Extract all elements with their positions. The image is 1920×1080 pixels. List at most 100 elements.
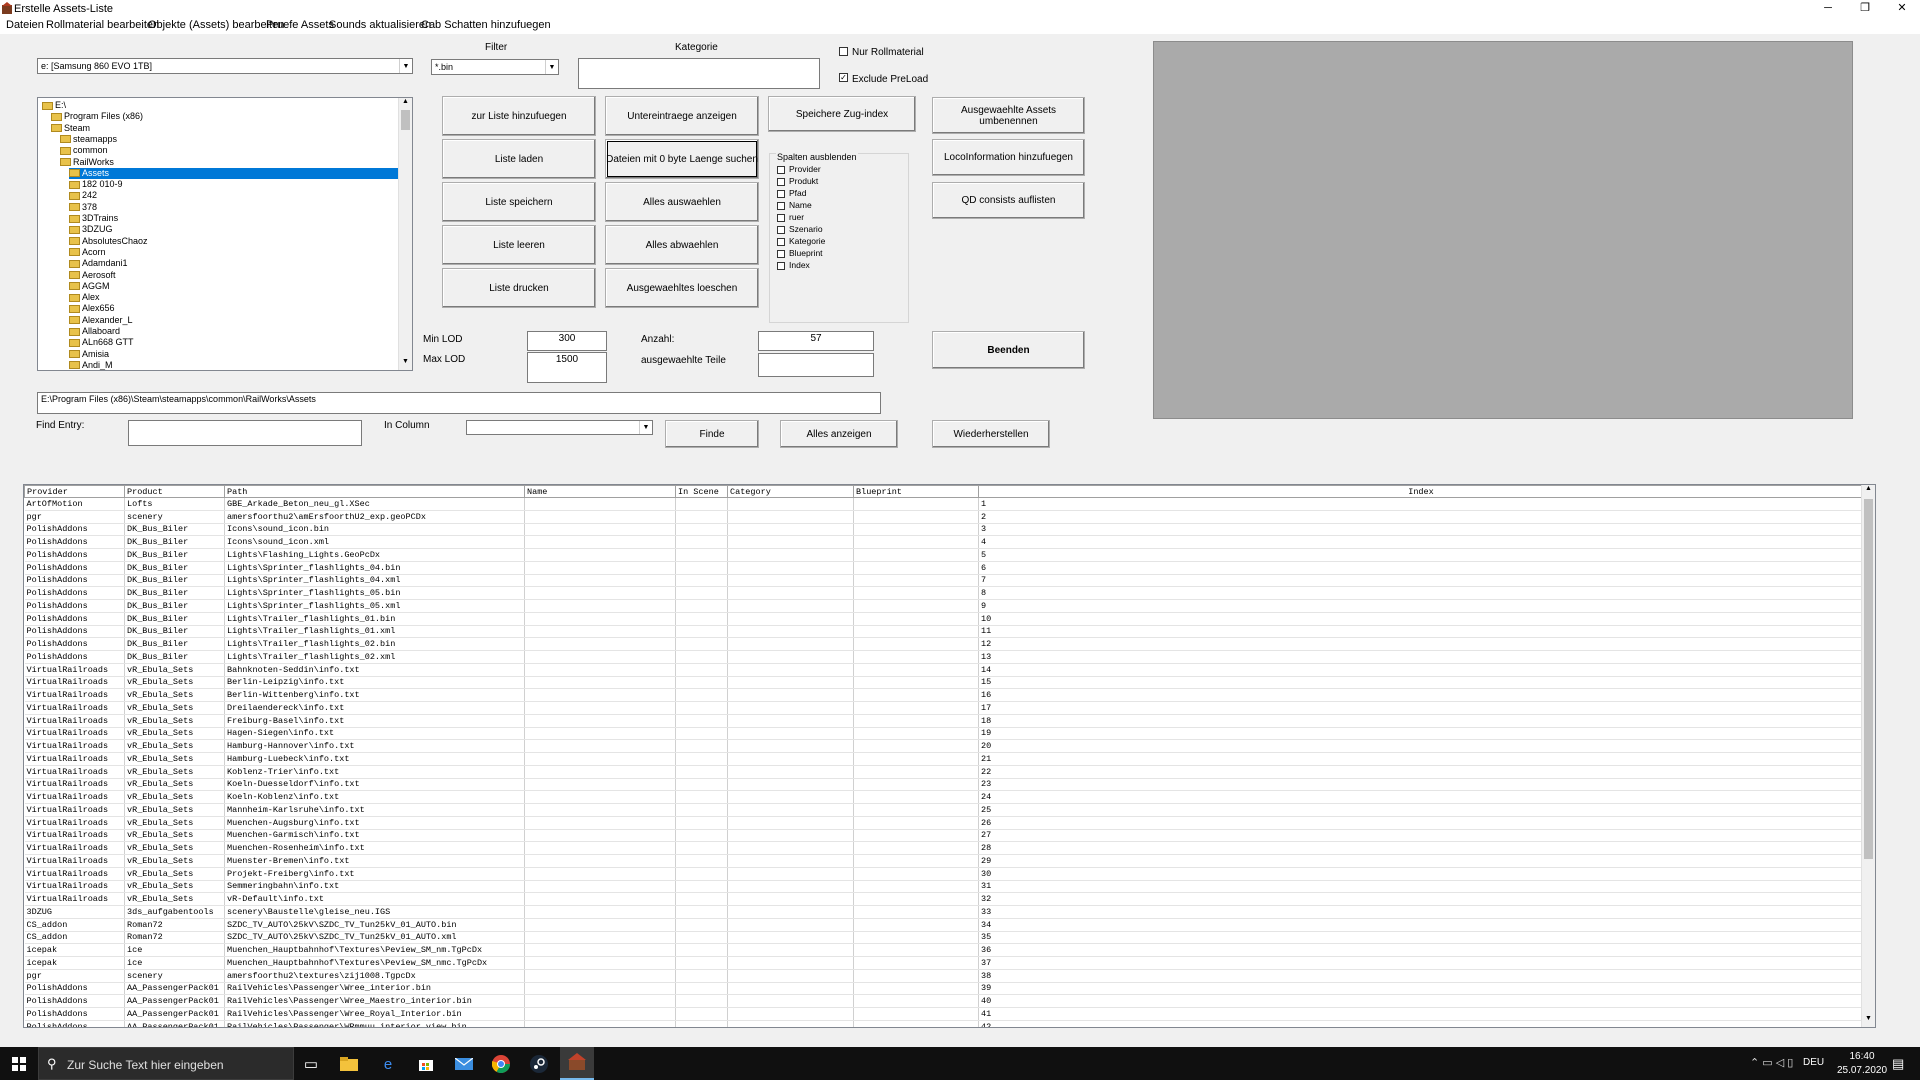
menu-objekte[interactable]: Objekte (Assets) bearbeiten [148,19,284,31]
menu-cab-schatten[interactable]: Cab Schatten hinzufuegen [421,19,551,31]
liste-laden-button[interactable]: Liste laden [442,139,596,179]
table-row[interactable]: VirtualRailroads vR_Ebula_Sets Hamburg-Lue… [24,752,1864,766]
table-row[interactable]: PolishAddons AA_PassengerPack01 RailVehicl… [24,994,1864,1008]
table-row[interactable]: VirtualRailroads vR_Ebula_Sets Koblenz-Tri… [24,765,1864,779]
table-row[interactable]: VirtualRailroads vR_Ebula_Sets Muenchen-Au… [24,816,1864,830]
edge-browser-icon[interactable]: e [377,1053,399,1075]
tree-item[interactable]: Steam [51,123,90,134]
active-app-taskbar-button[interactable] [560,1047,594,1080]
minimize-button[interactable]: ─ [1808,0,1848,17]
scroll-up-icon[interactable]: ▲ [399,98,412,110]
tree-item[interactable]: common [60,145,108,156]
table-row[interactable]: VirtualRailroads vR_Ebula_Sets Bahnknoten-… [24,663,1864,677]
dateien-0-byte-button[interactable]: Dateien mit 0 byte Laenge suchen [605,139,759,179]
spalte-checkbox[interactable] [777,262,785,270]
menu-rollmaterial[interactable]: Rollmaterial bearbeiten [46,19,159,31]
spalte-checkbox[interactable] [777,178,785,186]
scroll-down-icon[interactable]: ▼ [1862,1015,1875,1027]
table-row[interactable]: 3DZUG 3ds_aufgabentools scenery\Baustelle\… [24,905,1864,919]
assets-table[interactable]: Provider Product Path Name In Scene Category B… [23,484,1876,1028]
tree-item[interactable]: 378 [69,202,97,213]
table-row[interactable]: VirtualRailroads vR_Ebula_Sets Hamburg-Han… [24,739,1864,753]
table-row[interactable]: pgr scenery amersfoorthu2\textures\zij1008… [24,969,1864,983]
tree-item[interactable]: 242 [69,190,97,201]
table-row[interactable]: PolishAddons AA_PassengerPack01 RailVehicl… [24,982,1864,996]
menu-sounds[interactable]: Sounds aktualisieren [329,19,431,31]
maximize-button[interactable]: ❐ [1845,0,1885,17]
tree-item[interactable]: Alex [69,292,100,303]
tree-item[interactable]: RailWorks [60,157,114,168]
file-explorer-icon[interactable] [338,1053,360,1075]
tree-item[interactable]: AGGM [69,281,110,292]
tree-item[interactable]: Adamdani1 [69,258,128,269]
alles-anzeigen-button[interactable]: Alles anzeigen [780,420,898,448]
tree-item[interactable]: Alex656 [69,303,115,314]
menu-pruefe-assets[interactable]: Pruefe Assets [266,19,334,31]
table-row[interactable]: PolishAddons AA_PassengerPack01 RailVehicl… [24,1020,1864,1027]
table-row[interactable]: PolishAddons DK_Bus_Biler Lights\Sprinter_… [24,561,1864,575]
table-row[interactable]: PolishAddons DK_Bus_Biler Lights\Flashing_… [24,548,1864,562]
language-indicator[interactable]: DEU [1803,1057,1824,1068]
spalte-checkbox[interactable] [777,214,785,222]
table-row[interactable]: icepak ice Muenchen_Hauptbahnhof\Textures\… [24,956,1864,970]
path-field[interactable]: E:\Program Files (x86)\Steam\steamapps\c… [37,392,881,414]
table-row[interactable]: VirtualRailroads vR_Ebula_Sets Berlin-Witt… [24,688,1864,702]
assets-umbenennen-button[interactable]: Ausgewaehlte Assets umbenennen [932,97,1085,134]
clock-time[interactable]: 16:40 [1832,1051,1892,1062]
alles-abwaehlen-button[interactable]: Alles abwaehlen [605,225,759,265]
tree-item[interactable]: AbsolutesChaoz [69,236,148,247]
spalte-checkbox[interactable] [777,250,785,258]
ausgewaehltes-loeschen-button[interactable]: Ausgewaehltes loeschen [605,268,759,308]
table-row[interactable]: PolishAddons DK_Bus_Biler Lights\Trailer_f… [24,650,1864,664]
spalte-checkbox[interactable] [777,190,785,198]
tree-item[interactable]: Andi_M [69,360,113,370]
liste-speichern-button[interactable]: Liste speichern [442,182,596,222]
spalte-checkbox[interactable] [777,202,785,210]
table-row[interactable]: VirtualRailroads vR_Ebula_Sets Muenster-Br… [24,854,1864,868]
close-button[interactable]: ✕ [1882,0,1920,17]
menu-dateien[interactable]: Dateien [6,19,44,31]
table-row[interactable]: VirtualRailroads vR_Ebula_Sets Dreilaender… [24,701,1864,715]
scroll-up-icon[interactable]: ▲ [1862,485,1875,497]
table-row[interactable]: PolishAddons DK_Bus_Biler Lights\Sprinter_… [24,586,1864,600]
alles-auswaehlen-button[interactable]: Alles auswaehlen [605,182,759,222]
zur-liste-hinzufuegen-button[interactable]: zur Liste hinzufuegen [442,96,596,136]
table-row[interactable]: VirtualRailroads vR_Ebula_Sets Muenchen-Ro… [24,841,1864,855]
find-entry-input[interactable] [128,420,362,446]
tree-item[interactable]: steamapps [60,134,117,145]
table-row[interactable]: PolishAddons DK_Bus_Biler Lights\Trailer_f… [24,625,1864,639]
clock-date[interactable]: 25.07.2020 [1832,1065,1892,1076]
tree-item[interactable]: Assets [69,167,398,179]
liste-leeren-button[interactable]: Liste leeren [442,225,596,265]
table-row[interactable]: VirtualRailroads vR_Ebula_Sets Projekt-Fre… [24,867,1864,881]
tree-scroll-thumb[interactable] [401,110,410,130]
table-row[interactable]: PolishAddons DK_Bus_Biler Icons\sound_icon… [24,523,1864,537]
chrome-icon[interactable] [490,1053,512,1075]
notification-icon[interactable]: ▤ [1892,1056,1904,1072]
table-row[interactable]: VirtualRailroads vR_Ebula_Sets Berlin-Leip… [24,676,1864,690]
column-header[interactable]: Index [978,485,1864,498]
nur-rollmaterial-checkbox[interactable] [839,47,848,56]
table-row[interactable]: CS_addon Roman72 SZDC_TV_AUTO\25kV\SZDC_TV… [24,918,1864,932]
untereintraege-button[interactable]: Untereintraege anzeigen [605,96,759,136]
tree-item[interactable]: 3DZUG [69,224,113,235]
column-header[interactable]: Product [124,485,225,498]
column-header[interactable]: Category [727,485,854,498]
table-row[interactable]: ArtOfMotion Lofts GBE_Arkade_Beton_neu_gl.… [24,497,1864,511]
table-row[interactable]: PolishAddons DK_Bus_Biler Icons\sound_icon… [24,535,1864,549]
finde-button[interactable]: Finde [665,420,759,448]
table-row[interactable]: VirtualRailroads vR_Ebula_Sets Freiburg-Ba… [24,714,1864,728]
spalte-checkbox[interactable] [777,238,785,246]
table-row[interactable]: VirtualRailroads vR_Ebula_Sets Muenchen-Ga… [24,829,1864,843]
mail-icon[interactable] [453,1053,475,1075]
table-row[interactable]: PolishAddons DK_Bus_Biler Lights\Trailer_f… [24,612,1864,626]
windows-start-icon[interactable] [8,1053,30,1075]
tree-item[interactable]: Amisia [69,349,109,360]
tree-item[interactable]: E:\ [42,100,66,111]
table-row[interactable]: icepak ice Muenchen_Hauptbahnhof\Textures\… [24,943,1864,957]
table-row[interactable]: PolishAddons AA_PassengerPack01 RailVehicl… [24,1007,1864,1021]
max-lod-input[interactable]: 1500 [527,352,607,383]
tree-item[interactable]: ALn668 GTT [69,337,134,348]
table-row[interactable]: VirtualRailroads vR_Ebula_Sets Hagen-Siege… [24,727,1864,741]
taskbar-search[interactable]: ⚲ Zur Suche Text hier eingeben [38,1047,294,1080]
